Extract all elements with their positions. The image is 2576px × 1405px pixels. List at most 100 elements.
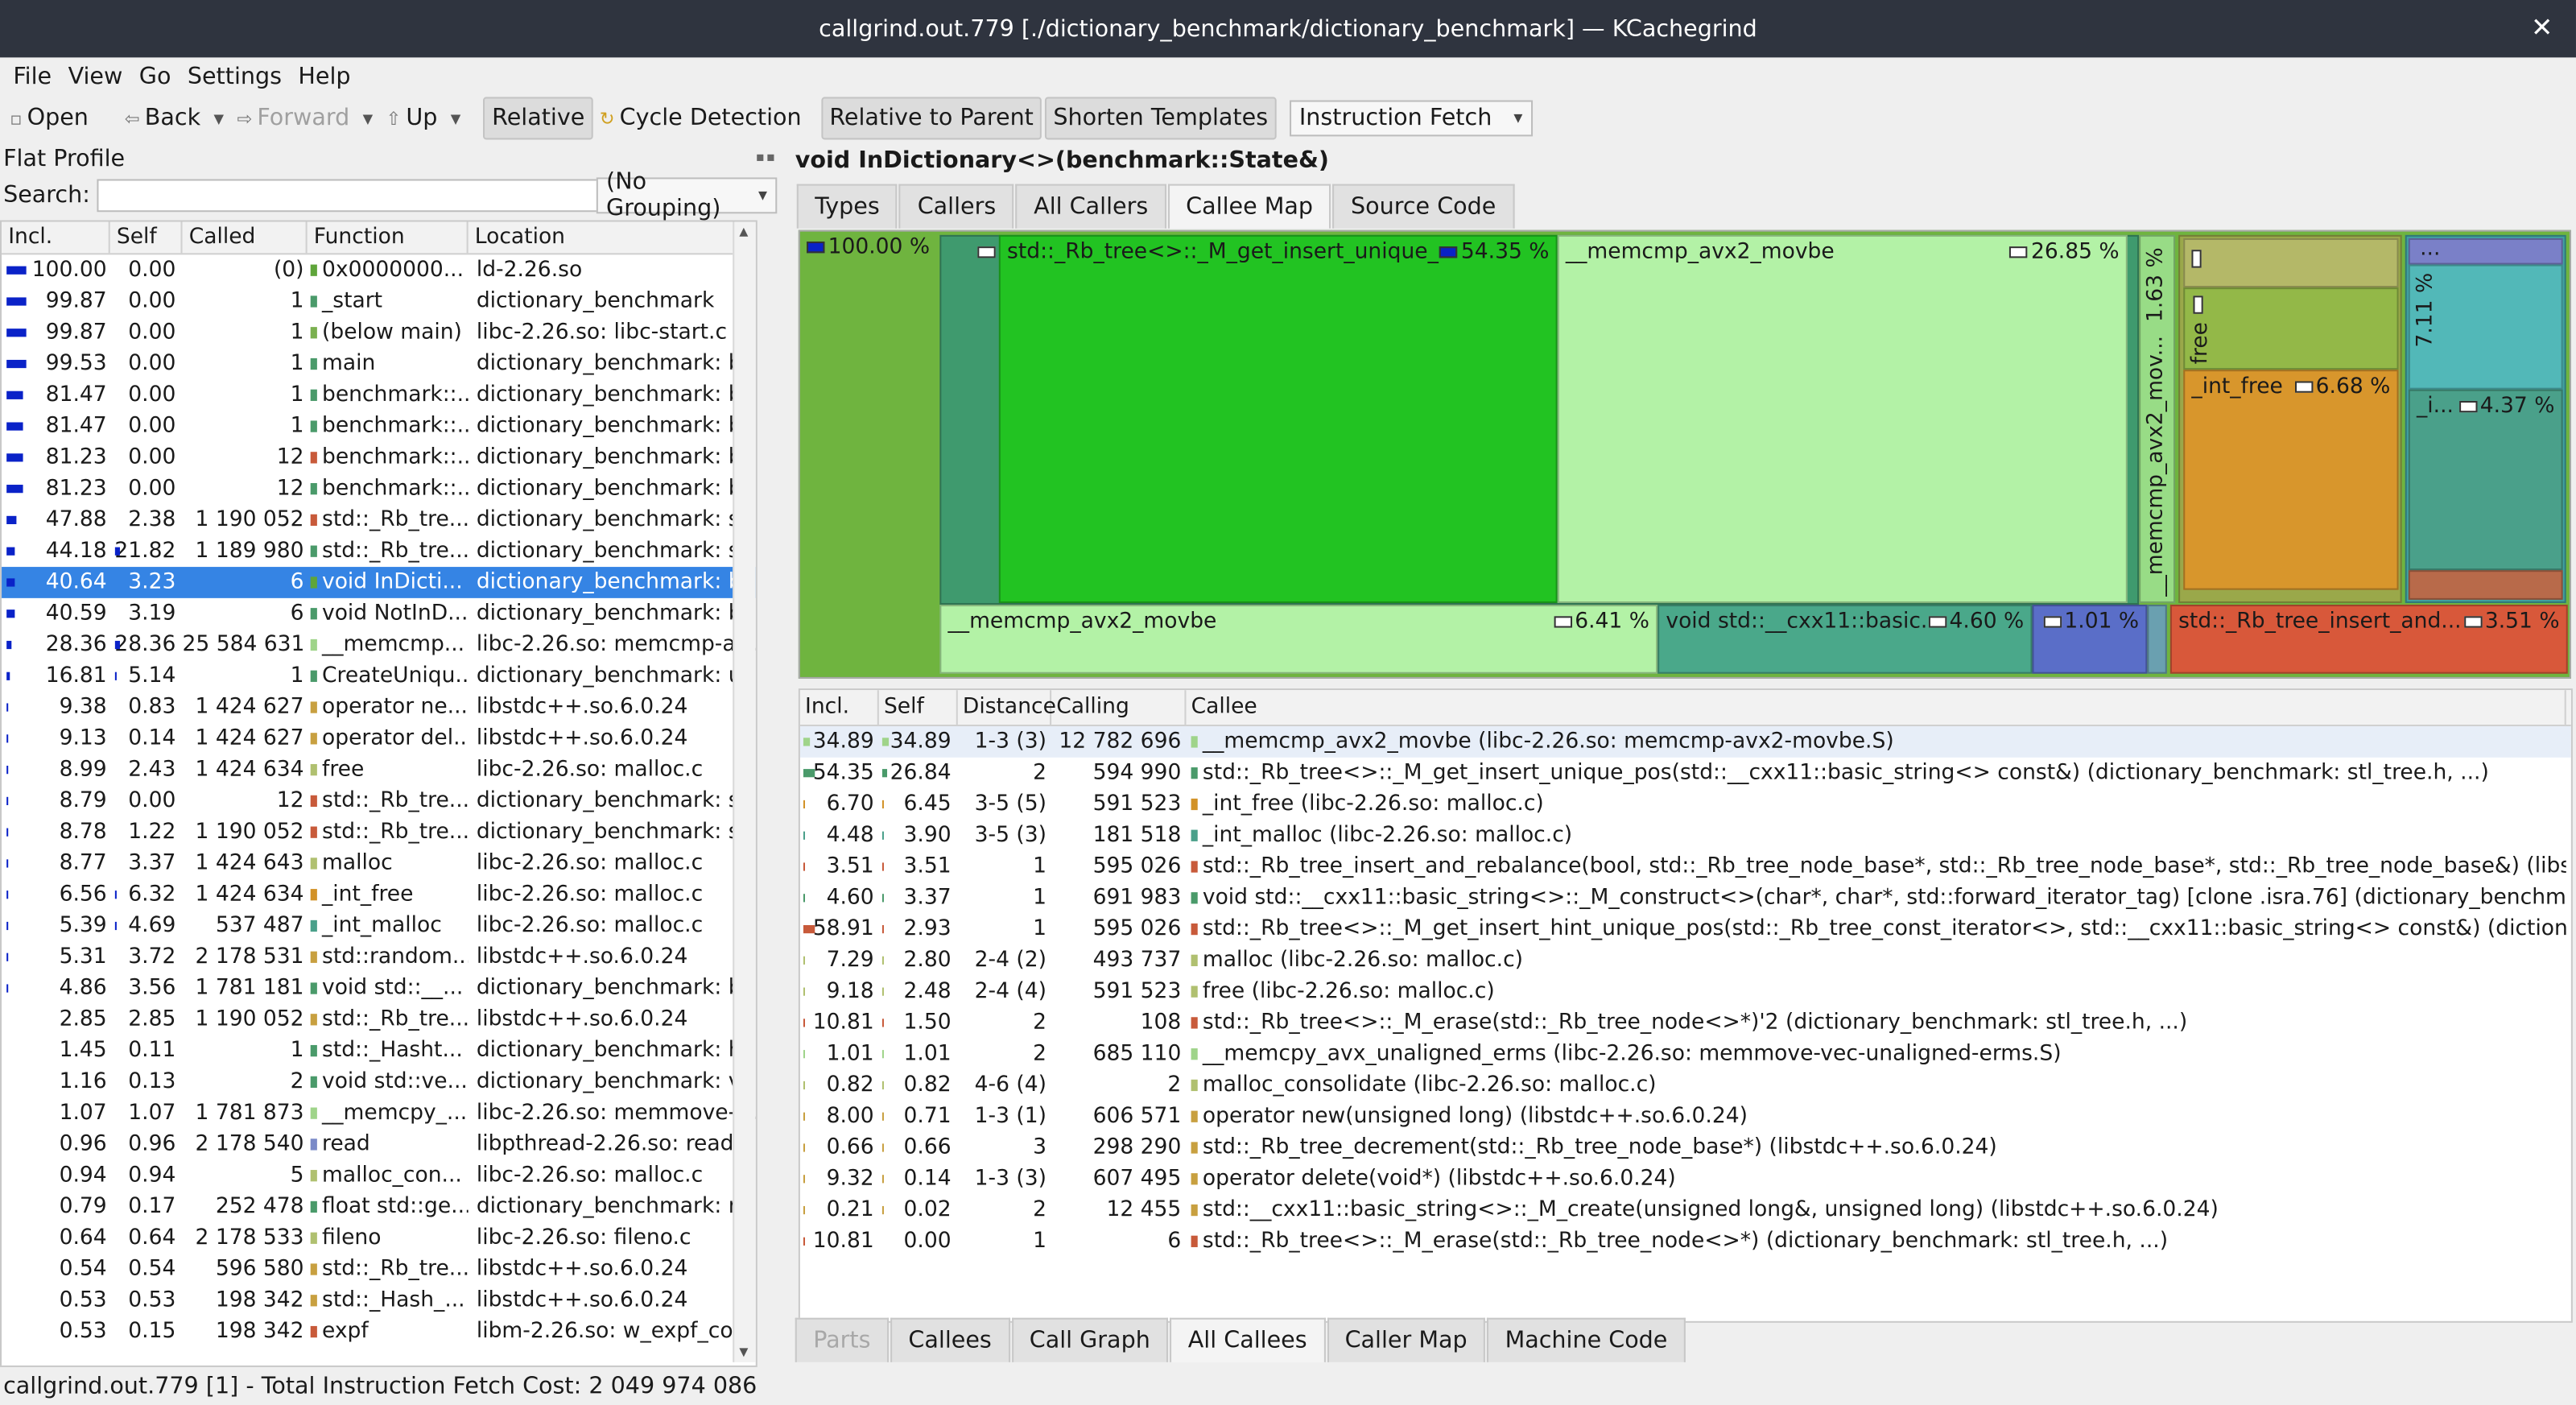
map-block-711[interactable]: 7.11 % [2408, 264, 2563, 390]
table-row[interactable]: 0.53 0.53 198 342 std::_Hash_... libstdc++.s… [2, 1285, 756, 1316]
table-row[interactable]: 81.23 0.00 12 benchmark::... dictionary_benc… [2, 473, 756, 505]
menu-go[interactable]: Go [139, 64, 171, 90]
cycle-detection-button[interactable]: ↻ Cycle Detection [593, 98, 808, 138]
scroll-down-icon[interactable]: ▼ [739, 1345, 748, 1358]
list-item[interactable]: 3.51 3.51 1 595 026 std::_Rb_tree_insert_and… [800, 851, 2571, 882]
map-block-int-free[interactable]: _int_free 6.68 % [2183, 370, 2399, 590]
list-item[interactable]: 0.82 0.82 4-6 (4) 2 malloc_consolidate (libc… [800, 1070, 2571, 1101]
list-item[interactable]: 0.66 0.66 3 298 290 std::_Rb_tree_decrement(… [800, 1132, 2571, 1163]
tab-all-callers[interactable]: All Callers [1015, 184, 1166, 229]
menu-file[interactable]: File [13, 64, 52, 90]
col-function[interactable]: Function [308, 221, 469, 254]
list-item[interactable]: 8.00 0.71 1-3 (1) 606 571 operator new(unsig… [800, 1101, 2571, 1132]
table-row[interactable]: 0.79 0.17 252 478 float std::ge... dictionar… [2, 1192, 756, 1223]
table-row[interactable]: 1.45 0.11 1 std::_Hasht... dictionary_benchm… [2, 1035, 756, 1067]
menu-help[interactable]: Help [298, 64, 350, 90]
table-row[interactable]: 2.85 2.85 1 190 052 std::_Rb_tre... libstdc+… [2, 1004, 756, 1035]
list-item[interactable]: 10.81 0.00 1 6 std::_Rb_tree<>::_M_erase(std… [800, 1225, 2571, 1257]
table-row[interactable]: 1.16 0.13 2 void std::ve... dictionary_bench… [2, 1066, 756, 1097]
col-distance[interactable]: Distance [958, 690, 1056, 725]
table-row[interactable]: 8.77 3.37 1 424 643 malloc libc-2.26.so: mal… [2, 848, 756, 879]
col-incl[interactable]: Incl. [2, 221, 110, 254]
tab-types[interactable]: Types [796, 184, 898, 229]
table-row[interactable]: 40.64 3.23 6 void InDicti... dictionary_benc… [2, 567, 756, 598]
table-row[interactable]: 4.86 3.56 1 781 181 void std::__... dictiona… [2, 973, 756, 1004]
table-row[interactable]: 8.79 0.00 12 std::_Rb_tre... dictionary_benc… [2, 786, 756, 817]
list-item[interactable]: 4.48 3.90 3-5 (3) 181 518 _int_malloc (libc-… [800, 820, 2571, 851]
table-row[interactable]: 8.78 1.22 1 190 052 std::_Rb_tre... dictiona… [2, 816, 756, 848]
list-item[interactable]: 10.81 1.50 2 108 std::_Rb_tree<>::_M_erase(s… [800, 1007, 2571, 1039]
table-row[interactable]: 9.13 0.14 1 424 627 operator del... libstdc+… [2, 723, 756, 754]
map-block-int-malloc[interactable]: _i... 4.37 % [2408, 389, 2563, 571]
flat-profile-list[interactable]: Incl. Self Called Function Location 100.… [0, 220, 758, 1367]
table-row[interactable]: 99.53 0.00 1 main dictionary_benchmark: be..… [2, 349, 756, 380]
tab-call-graph[interactable]: Call Graph [1011, 1317, 1169, 1362]
callee-map[interactable]: 100.00 % std::_Rb_tree<>::_M_get_insert_… [798, 229, 2571, 679]
table-row[interactable]: 16.81 5.14 1 CreateUniqu... dictionary_bench… [2, 660, 756, 692]
relative-toggle[interactable]: Relative [483, 97, 593, 140]
col-incl[interactable]: Incl. [800, 690, 879, 725]
table-row[interactable]: 47.88 2.38 1 190 052 std::_Rb_tre... diction… [2, 505, 756, 536]
menu-view[interactable]: View [68, 64, 123, 90]
flat-profile-scrollbar[interactable]: ▲ ▼ [733, 221, 756, 1362]
map-block-tiny[interactable] [2147, 605, 2167, 674]
forward-button[interactable]: ⇨ Forward ▼ [230, 98, 379, 138]
back-button[interactable]: ⇦ Back ▼ [118, 98, 231, 138]
forward-dropdown-icon[interactable]: ▼ [363, 111, 374, 126]
list-item[interactable]: 1.01 1.01 2 685 110 __memcpy_avx_unaligned_e… [800, 1039, 2571, 1070]
map-block-free-top[interactable] [2183, 238, 2399, 288]
up-button[interactable]: ⇧ Up ▼ [379, 98, 467, 138]
list-item[interactable]: 54.35 26.84 2 594 990 std::_Rb_tree<>::_M_ge… [800, 758, 2571, 789]
table-row[interactable]: 100.00 0.00 (0) 0x0000000... ld-2.26.so [2, 254, 756, 286]
col-self[interactable]: Self [879, 690, 958, 725]
dock-buttons-icon[interactable]: ▪▪ [756, 150, 777, 164]
col-location[interactable]: Location [469, 221, 756, 254]
list-item[interactable]: 34.89 34.89 1-3 (3) 12 782 696 __memcmp_avx2… [799, 726, 2571, 758]
map-block-memcmp-vertical[interactable]: __memcmp_avx2_mov... 1.63 % [2139, 234, 2176, 603]
open-button[interactable]: ▫ Open [3, 98, 95, 138]
tab-all-callees[interactable]: All Callees [1170, 1317, 1326, 1362]
tab-caller-map[interactable]: Caller Map [1327, 1317, 1486, 1362]
scroll-up-icon[interactable]: ▲ [739, 225, 748, 238]
table-row[interactable]: 99.87 0.00 1 _start dictionary_benchmark [2, 286, 756, 317]
table-row[interactable]: 40.59 3.19 6 void NotInD... dictionary_bench… [2, 598, 756, 630]
list-item[interactable]: 0.21 0.02 2 12 455 std::__cxx11::basic_strin… [800, 1195, 2571, 1226]
tab-callees[interactable]: Callees [890, 1317, 1010, 1362]
map-block-small-red[interactable] [2408, 570, 2563, 600]
list-item[interactable]: 9.32 0.14 1-3 (3) 607 495 operator delete(vo… [800, 1163, 2571, 1195]
shorten-templates-toggle[interactable]: Shorten Templates [1045, 97, 1277, 140]
map-block-rebalance[interactable]: std::_Rb_tree_insert_and... 3.51 % [2169, 605, 2568, 674]
table-row[interactable]: 8.99 2.43 1 424 634 free libc-2.26.so: mallo… [2, 754, 756, 786]
tab-parts[interactable]: Parts [795, 1317, 889, 1362]
table-row[interactable]: 99.87 0.00 1 (below main) libc-2.26.so: libc… [2, 317, 756, 349]
table-row[interactable]: 0.94 0.94 5 malloc_con... libc-2.26.so: mall… [2, 1160, 756, 1192]
relative-to-parent-toggle[interactable]: Relative to Parent [821, 97, 1042, 140]
table-row[interactable]: 9.38 0.83 1 424 627 operator ne... libstdc++… [2, 692, 756, 723]
table-row[interactable]: 0.53 0.15 198 342 expf libm-2.26.so: w_expf_… [2, 1316, 756, 1348]
map-block-construct[interactable]: void std::__cxx11::basic... 4.60 % [1657, 605, 2033, 674]
tab-machine-code[interactable]: Machine Code [1487, 1317, 1686, 1362]
grouping-select[interactable]: (No Grouping) ▼ [596, 169, 778, 222]
all-callees-list[interactable]: Incl. Self Distance Calling Callee 34.89… [798, 688, 2573, 1323]
table-row[interactable]: 0.96 0.96 2 178 540 read libpthread-2.26.so:… [2, 1129, 756, 1160]
col-self[interactable]: Self [110, 221, 183, 254]
map-block-free[interactable]: free [2183, 287, 2399, 370]
event-type-select[interactable]: Instruction Fetch ▼ [1289, 100, 1533, 137]
col-called[interactable]: Called [183, 221, 308, 254]
map-block-small[interactable]: 1.01 % [2032, 605, 2148, 674]
tab-callee-map[interactable]: Callee Map [1167, 184, 1331, 229]
table-row[interactable]: 44.18 21.82 1 189 980 std::_Rb_tre... dictio… [2, 535, 756, 567]
search-input[interactable] [97, 179, 603, 213]
col-callee[interactable]: Callee [1186, 690, 2566, 725]
col-calling[interactable]: Calling [1051, 690, 1187, 725]
tab-source-code[interactable]: Source Code [1332, 184, 1514, 229]
up-dropdown-icon[interactable]: ▼ [451, 111, 461, 126]
back-dropdown-icon[interactable]: ▼ [213, 111, 224, 126]
table-row[interactable]: 81.47 0.00 1 benchmark::... dictionary_bench… [2, 411, 756, 442]
list-item[interactable]: 9.18 2.48 2-4 (4) 591 523 free (libc-2.26.so… [800, 976, 2571, 1007]
list-item[interactable]: 6.70 6.45 3-5 (5) 591 523 _int_free (libc-2.… [800, 789, 2571, 820]
table-row[interactable]: 0.64 0.64 2 178 533 fileno libc-2.26.so: fil… [2, 1222, 756, 1254]
table-row[interactable]: 28.36 28.36 25 584 631 __memcmp... libc-2.26… [2, 630, 756, 661]
close-icon[interactable]: ✕ [2531, 11, 2553, 43]
list-item[interactable]: 58.91 2.93 1 595 026 std::_Rb_tree<>::_M_get… [800, 914, 2571, 945]
